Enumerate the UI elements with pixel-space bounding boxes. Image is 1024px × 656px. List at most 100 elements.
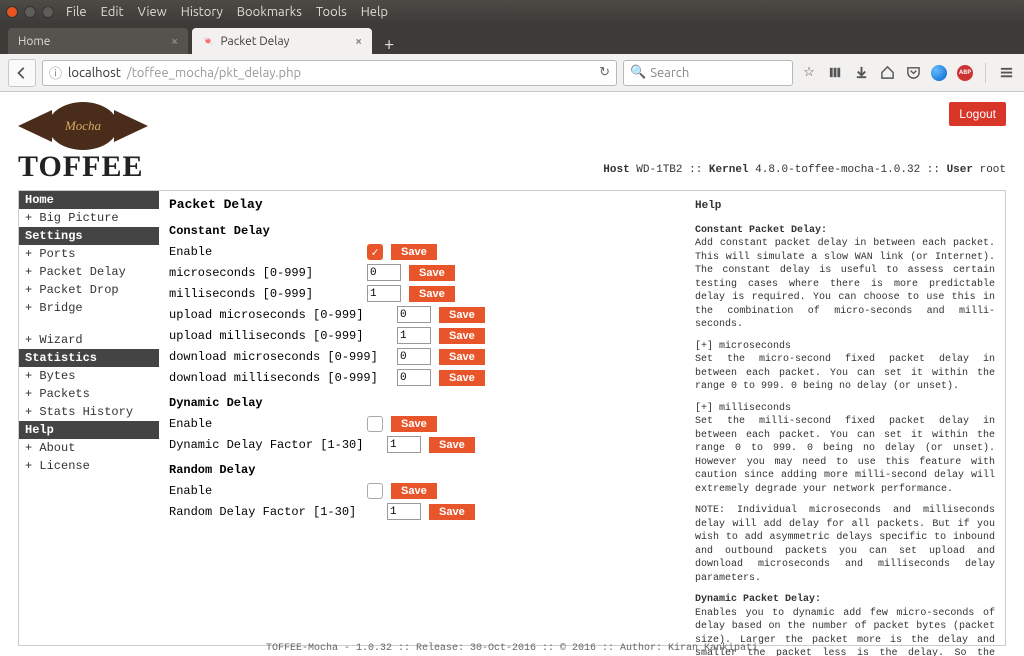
separator [985,63,986,83]
url-path: /toffee_mocha/pkt_delay.php [127,66,301,80]
download-icon[interactable] [851,63,871,83]
help-milli-body: Set the milli-second fixed packet delay … [695,416,995,495]
label-dynamic-factor: Dynamic Delay Factor [1-30] [169,438,379,452]
label-random-factor: Random Delay Factor [1-30] [169,505,379,519]
close-icon[interactable]: × [355,35,362,48]
library-icon[interactable] [825,63,845,83]
label-microseconds: microseconds [0-999] [169,266,359,280]
save-button[interactable]: Save [391,483,437,499]
refresh-icon[interactable]: ↻ [599,65,610,80]
section-title-dynamic: Dynamic Delay [169,396,675,410]
sidebar-item-license[interactable]: + License [19,457,159,475]
abp-icon[interactable]: ABP [955,63,975,83]
browser-tabbar: Home × 🍬 Packet Delay × + [0,24,1024,54]
sidebar-head-home[interactable]: Home [19,191,159,209]
save-button[interactable]: Save [429,504,475,520]
label-enable-constant: Enable [169,245,359,259]
footer: TOFFEE-Mocha - 1.0.32 :: Release: 30-Oct… [0,643,1024,654]
help-title: Help [695,199,995,214]
sidebar-item-bridge[interactable]: + Bridge [19,299,159,317]
menu-file[interactable]: File [66,5,87,19]
menu-edit[interactable]: Edit [101,5,124,19]
search-bar[interactable]: 🔍 Search [623,60,793,86]
label-enable-dynamic: Enable [169,417,359,431]
save-button[interactable]: Save [429,437,475,453]
back-button[interactable] [8,59,36,87]
sidebar-item-ports[interactable]: + Ports [19,245,159,263]
new-tab-button[interactable]: + [376,34,402,54]
host-info-line: Host WD-1TB2 :: Kernel 4.8.0-toffee-moch… [603,164,1006,176]
logo: Mocha TOFFEE [18,102,148,182]
sidebar-item-packet-delay[interactable]: + Packet Delay [19,263,159,281]
input-down-milliseconds[interactable] [397,369,431,386]
sidebar-head-help[interactable]: Help [19,421,159,439]
checkbox-enable-dynamic[interactable] [367,416,383,432]
sidebar-item-packets[interactable]: + Packets [19,385,159,403]
window-close-button[interactable] [6,6,18,18]
logout-button[interactable]: Logout [949,102,1006,126]
input-microseconds[interactable] [367,264,401,281]
save-button[interactable]: Save [439,370,485,386]
sidebar-item-about[interactable]: + About [19,439,159,457]
save-button[interactable]: Save [439,349,485,365]
sidebar-item-packet-drop[interactable]: + Packet Drop [19,281,159,299]
sidebar-head-settings[interactable]: Settings [19,227,159,245]
help-micro-body: Set the micro-second fixed packet delay … [695,354,995,392]
browser-toolbar: ⓘ localhost/toffee_mocha/pkt_delay.php ↻… [0,54,1024,92]
sidebar-head-statistics[interactable]: Statistics [19,349,159,367]
window-minimize-button[interactable] [24,6,36,18]
help-panel: Help Constant Packet Delay:Add constant … [685,191,1005,645]
input-up-milliseconds[interactable] [397,327,431,344]
content-area: Packet Delay Constant Delay Enable ✓ Sav… [159,191,685,645]
input-milliseconds[interactable] [367,285,401,302]
sidebar-item-big-picture[interactable]: + Big Picture [19,209,159,227]
logo-subtitle: Mocha [65,118,101,134]
info-icon[interactable]: ⓘ [49,63,62,82]
menu-tools[interactable]: Tools [316,5,347,19]
save-button[interactable]: Save [409,265,455,281]
save-button[interactable]: Save [409,286,455,302]
logo-title: TOFFEE [18,152,143,182]
menubar: File Edit View History Bookmarks Tools H… [66,5,388,19]
label-enable-random: Enable [169,484,359,498]
save-button[interactable]: Save [439,328,485,344]
input-down-microseconds[interactable] [397,348,431,365]
save-button[interactable]: Save [391,244,437,260]
menu-view[interactable]: View [138,5,167,19]
home-icon[interactable] [877,63,897,83]
save-button[interactable]: Save [391,416,437,432]
section-title-random: Random Delay [169,463,675,477]
sidebar: Home + Big Picture Settings + Ports + Pa… [19,191,159,645]
label-down-milliseconds: download milliseconds [0-999] [169,371,389,385]
checkbox-enable-constant[interactable]: ✓ [367,244,383,260]
menu-history[interactable]: History [181,5,223,19]
tab-label: Packet Delay [220,35,289,48]
help-micro-title: [+] microseconds [695,341,791,352]
label-down-microseconds: download microseconds [0-999] [169,350,389,364]
page-title: Packet Delay [169,197,675,212]
menu-help[interactable]: Help [361,5,388,19]
search-placeholder: Search [650,66,689,80]
help-dynamic-title: Dynamic Packet Delay: [695,594,821,605]
hamburger-menu-icon[interactable] [996,63,1016,83]
close-icon[interactable]: × [171,35,178,48]
help-constant-body: Add constant packet delay in between eac… [695,238,995,330]
tab-label: Home [18,35,50,48]
url-bar[interactable]: ⓘ localhost/toffee_mocha/pkt_delay.php ↻ [42,60,617,86]
checkbox-enable-random[interactable] [367,483,383,499]
pocket-icon[interactable] [903,63,923,83]
globe-icon[interactable] [929,63,949,83]
browser-tab-home[interactable]: Home × [8,28,188,54]
input-dynamic-factor[interactable] [387,436,421,453]
browser-tab-packet-delay[interactable]: 🍬 Packet Delay × [192,28,372,54]
sidebar-item-wizard[interactable]: + Wizard [19,331,159,349]
sidebar-item-stats-history[interactable]: + Stats History [19,403,159,421]
save-button[interactable]: Save [439,307,485,323]
label-up-microseconds: upload microseconds [0-999] [169,308,389,322]
menu-bookmarks[interactable]: Bookmarks [237,5,302,19]
window-maximize-button[interactable] [42,6,54,18]
input-random-factor[interactable] [387,503,421,520]
input-up-microseconds[interactable] [397,306,431,323]
sidebar-item-bytes[interactable]: + Bytes [19,367,159,385]
bookmark-star-icon[interactable]: ☆ [799,63,819,83]
